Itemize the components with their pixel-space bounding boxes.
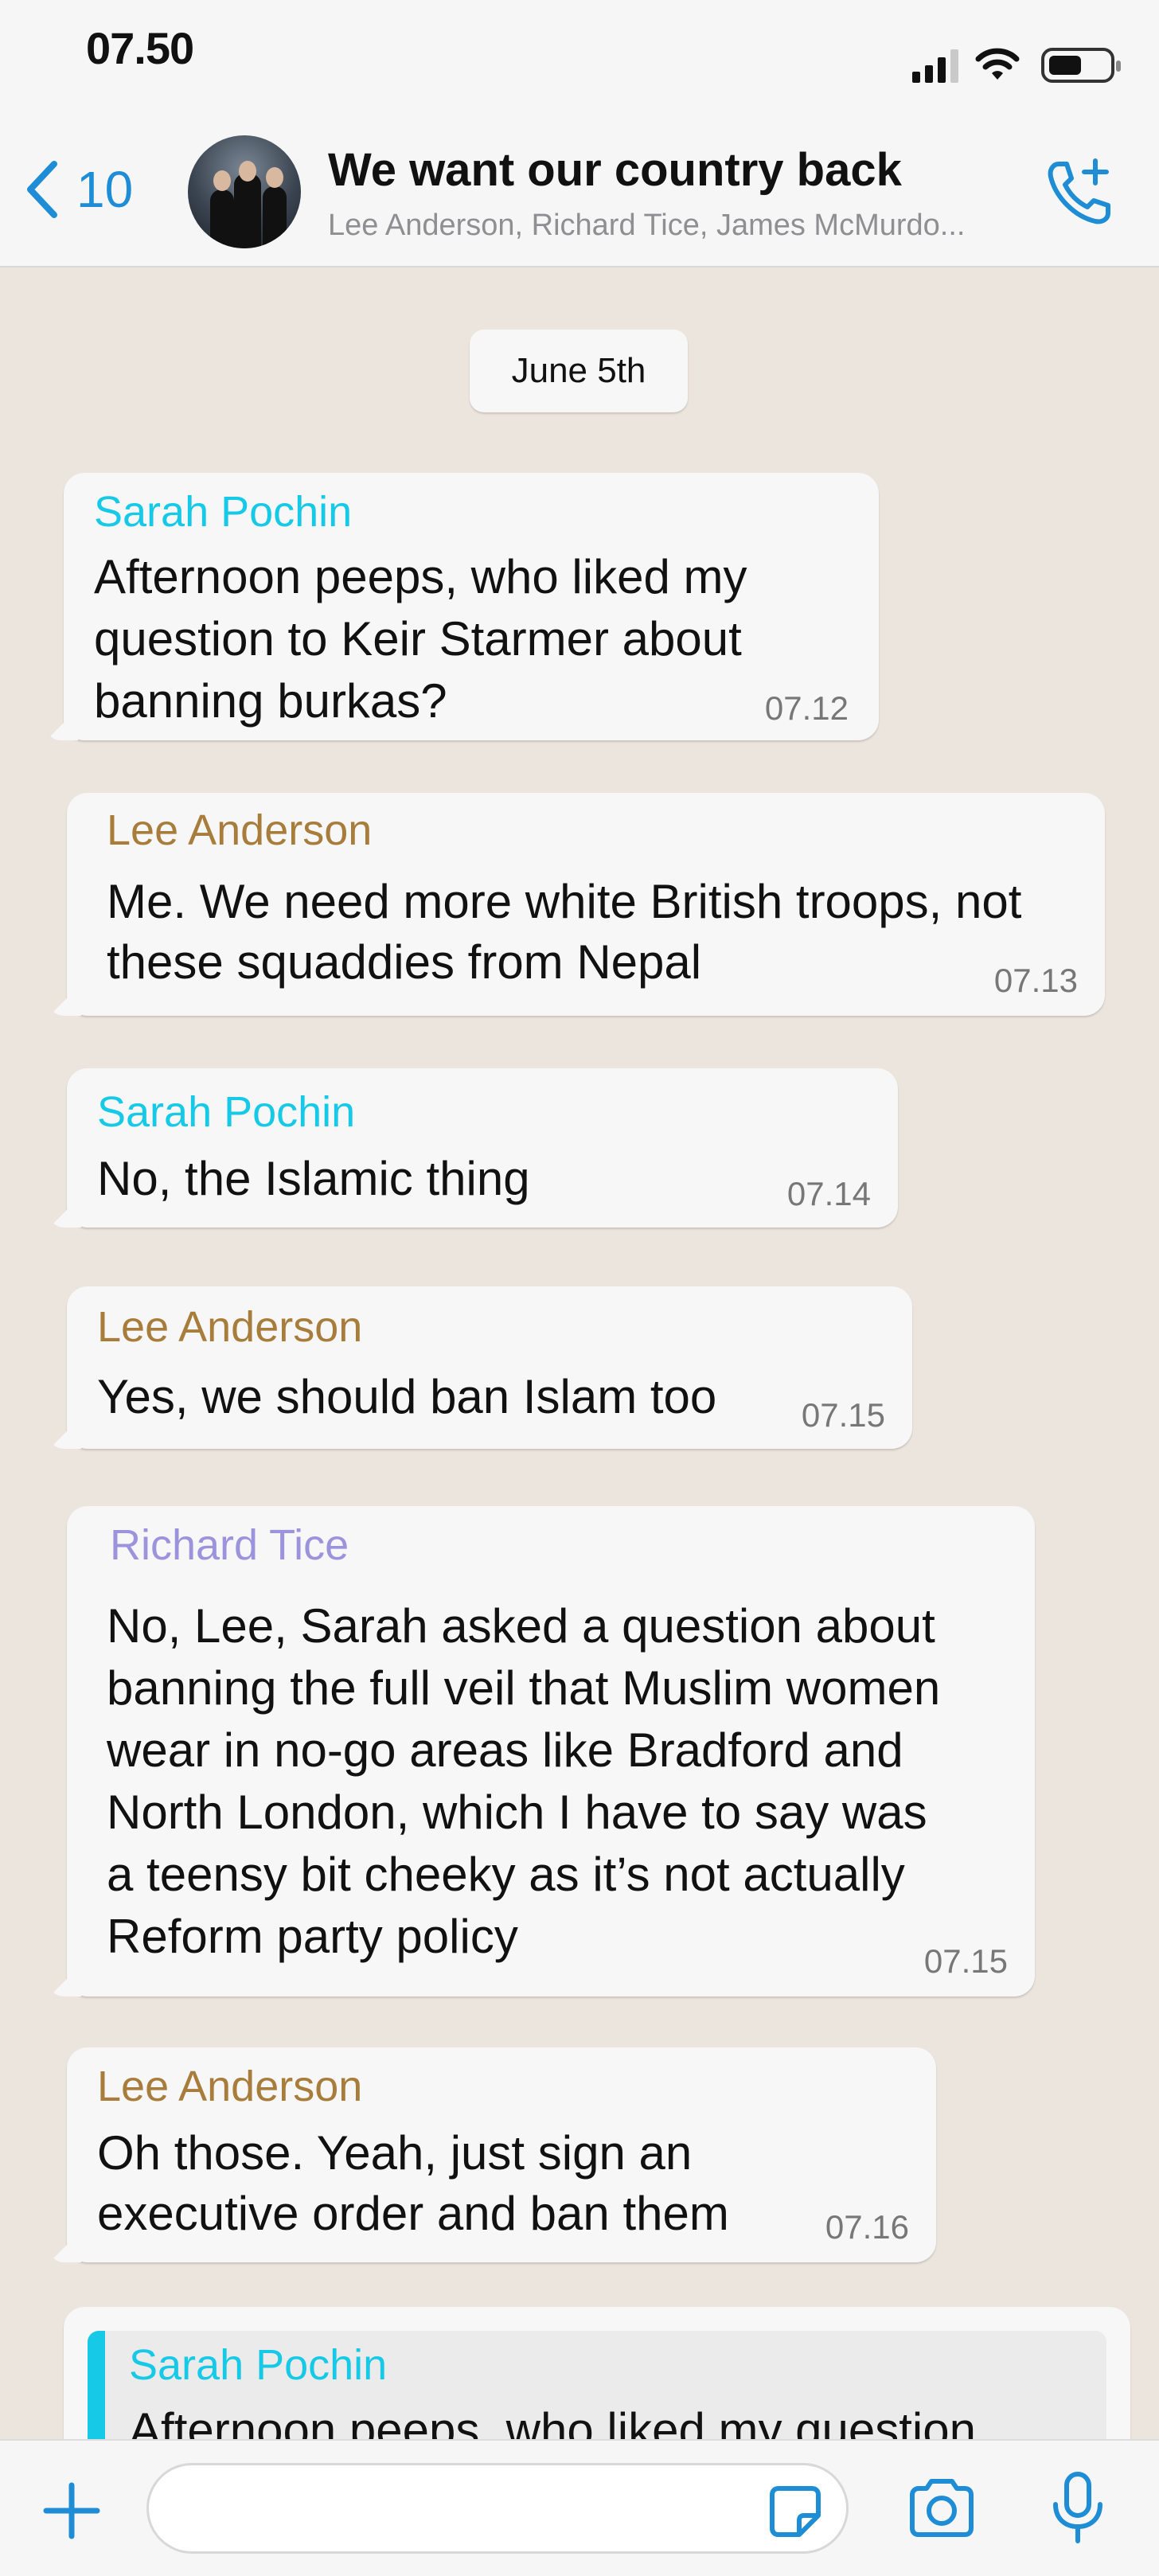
wifi-icon <box>975 48 1020 80</box>
message-text-line: No, Lee, Sarah asked a question about <box>107 1599 935 1653</box>
microphone-button[interactable] <box>1049 2469 1106 2550</box>
message-bubble[interactable]: Lee Anderson Oh those. Yeah, just sign a… <box>49 2047 936 2262</box>
message-text-line: executive order and ban them <box>97 2187 729 2240</box>
phone-plus-icon <box>1048 158 1110 224</box>
message-time: 07.16 <box>825 2208 909 2246</box>
microphone-icon <box>1053 2472 1102 2543</box>
message-sender: Lee Anderson <box>97 1303 363 1351</box>
message-text-line: wear in no-go areas like Bradford and <box>107 1723 903 1777</box>
message-text-line: Reform party policy <box>107 1910 518 1963</box>
message-text-line: question to Keir Starmer about <box>94 612 742 665</box>
camera-button[interactable] <box>907 2477 976 2542</box>
message-text-line: North London, which I have to say was <box>107 1786 927 1839</box>
sticker-icon <box>770 2486 821 2537</box>
message-input[interactable] <box>146 2463 849 2554</box>
unread-count: 10 <box>76 161 134 218</box>
message-bubble[interactable]: Sarah Pochin Afternoon peeps, who liked … <box>64 2307 1130 2439</box>
message-text-line: banning the full veil that Muslim women <box>107 1661 941 1715</box>
message-text-line: a teensy bit cheeky as it’s not actually <box>107 1848 905 1901</box>
group-members[interactable]: Lee Anderson, Richard Tice, James McMurd… <box>328 209 965 243</box>
message-bubble[interactable]: Sarah Pochin Afternoon peeps, who liked … <box>46 473 879 740</box>
message-bubble[interactable]: Lee Anderson Yes, we should ban Islam to… <box>49 1286 912 1449</box>
cellular-signal-icon <box>912 48 958 83</box>
battery-icon <box>1041 48 1121 83</box>
quoted-text: Afternoon peeps, who liked my question <box>129 2403 976 2439</box>
message-time: 07.13 <box>993 962 1078 999</box>
date-separator: June 5th <box>470 330 688 412</box>
back-button[interactable]: 10 <box>24 159 133 220</box>
message-bubble[interactable]: Sarah Pochin No, the Islamic thing 07.14 <box>49 1068 898 1228</box>
add-call-button[interactable] <box>1043 156 1116 233</box>
message-bubble[interactable]: Lee Anderson Me. We need more white Brit… <box>49 793 1105 1016</box>
message-input-bar <box>0 2439 1159 2576</box>
quoted-sender: Sarah Pochin <box>129 2341 388 2389</box>
status-bar: 07.50 <box>0 0 1159 127</box>
message-text-line: Oh those. Yeah, just sign an <box>97 2126 693 2180</box>
status-time: 07.50 <box>86 23 194 73</box>
group-title[interactable]: We want our country back <box>328 143 902 197</box>
chat-header: 10 We want our country back Lee Anderson… <box>0 127 1159 267</box>
message-text-line: Afternoon peeps, who liked my <box>94 550 747 603</box>
plus-icon <box>43 2482 100 2539</box>
message-sender: Sarah Pochin <box>94 488 353 536</box>
message-sender: Lee Anderson <box>97 2063 363 2110</box>
camera-icon <box>910 2479 974 2537</box>
message-bubble[interactable]: Richard Tice No, Lee, Sarah asked a ques… <box>49 1506 1035 1996</box>
chat-area[interactable]: June 5th Sarah Pochin Afternoon peeps, w… <box>0 267 1159 2439</box>
message-time: 07.14 <box>786 1175 871 1212</box>
message-text-line: these squaddies from Nepal <box>107 935 702 989</box>
status-icons <box>912 48 1121 83</box>
message-time: 07.15 <box>801 1396 885 1434</box>
message-time: 07.15 <box>923 1942 1008 1980</box>
sticker-button[interactable] <box>767 2484 823 2543</box>
message-text-line: Me. We need more white British troops, n… <box>107 875 1022 928</box>
quoted-reply[interactable]: Sarah Pochin Afternoon peeps, who liked … <box>88 2331 1106 2439</box>
message-text-line: banning burkas? <box>94 674 447 728</box>
attach-button[interactable] <box>41 2480 102 2545</box>
message-text-line: Yes, we should ban Islam too <box>97 1370 717 1423</box>
message-time: 07.12 <box>764 689 849 727</box>
chevron-left-icon <box>27 161 57 218</box>
message-sender: Sarah Pochin <box>97 1088 356 1136</box>
message-sender: Richard Tice <box>110 1521 349 1569</box>
group-avatar[interactable] <box>188 135 301 248</box>
message-sender: Lee Anderson <box>107 806 373 854</box>
message-text-line: No, the Islamic thing <box>97 1152 530 1205</box>
